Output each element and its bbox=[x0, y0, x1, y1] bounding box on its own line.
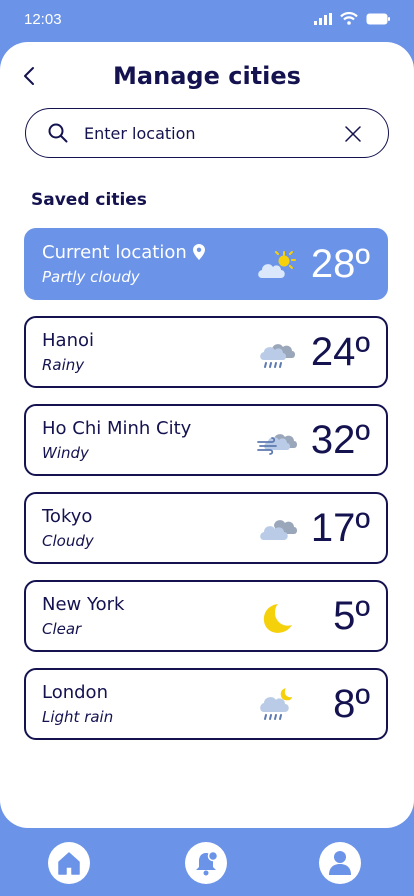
signal-icon bbox=[314, 12, 332, 25]
city-condition: Partly cloudy bbox=[42, 268, 140, 286]
city-temp: 28º bbox=[310, 242, 370, 286]
bottom-nav bbox=[0, 828, 414, 896]
nav-notifications-button[interactable] bbox=[185, 842, 227, 884]
search-icon bbox=[48, 123, 68, 143]
saved-cities-title: Saved cities bbox=[31, 190, 147, 210]
city-temp: 5º bbox=[333, 594, 370, 638]
page-title: Manage cities bbox=[113, 62, 301, 90]
search-input[interactable] bbox=[84, 121, 334, 145]
search-bar bbox=[25, 108, 389, 158]
header: Manage cities bbox=[0, 60, 414, 94]
city-condition: Windy bbox=[42, 444, 89, 462]
wind-icon bbox=[257, 434, 297, 455]
city-name: Current location bbox=[42, 242, 187, 263]
status-icons bbox=[314, 12, 390, 25]
city-name: Ho Chi Minh City bbox=[42, 418, 192, 439]
city-temp: 32º bbox=[310, 418, 370, 462]
night-rain-icon bbox=[260, 688, 292, 720]
battery-icon bbox=[366, 13, 390, 24]
city-condition: Clear bbox=[42, 620, 82, 638]
nav-profile-button[interactable] bbox=[319, 842, 361, 884]
city-name-wrapper: Current location bbox=[42, 242, 205, 263]
wifi-icon bbox=[340, 12, 358, 25]
notification-icon bbox=[196, 850, 219, 876]
city-name: London bbox=[42, 682, 108, 703]
partly-cloudy-icon bbox=[258, 251, 296, 278]
clear-icon[interactable] bbox=[344, 125, 362, 143]
location-pin-icon bbox=[192, 244, 205, 260]
city-temp: 8º bbox=[333, 682, 370, 726]
status-bar: 12:03 bbox=[0, 0, 414, 40]
city-card-ho-chi-minh[interactable]: Ho Chi Minh City Windy 32º bbox=[24, 404, 388, 476]
city-temp: 17º bbox=[310, 506, 370, 550]
rain-icon bbox=[260, 344, 295, 368]
profile-icon bbox=[329, 851, 351, 875]
city-card-tokyo[interactable]: Tokyo Cloudy 17º bbox=[24, 492, 388, 564]
city-card-current[interactable]: Current location Partly cloudy 28º bbox=[24, 228, 388, 300]
home-icon bbox=[58, 852, 80, 875]
city-condition: Rainy bbox=[42, 356, 85, 374]
city-name: Hanoi bbox=[42, 330, 94, 351]
city-temp: 24º bbox=[310, 330, 370, 374]
nav-home-button[interactable] bbox=[48, 842, 90, 884]
city-condition: Cloudy bbox=[42, 532, 94, 550]
city-card-hanoi[interactable]: Hanoi Rainy 24º bbox=[24, 316, 388, 388]
main-sheet: Manage cities Saved cities Current locat… bbox=[0, 42, 414, 828]
moon-icon bbox=[263, 604, 292, 633]
cloud-icon bbox=[260, 520, 297, 540]
city-card-new-york[interactable]: New York Clear 5º bbox=[24, 580, 388, 652]
city-name: Tokyo bbox=[42, 506, 93, 527]
city-name: New York bbox=[42, 594, 125, 615]
status-time: 12:03 bbox=[24, 11, 62, 28]
city-condition: Light rain bbox=[42, 708, 114, 726]
city-card-london[interactable]: London Light rain 8º bbox=[24, 668, 388, 740]
